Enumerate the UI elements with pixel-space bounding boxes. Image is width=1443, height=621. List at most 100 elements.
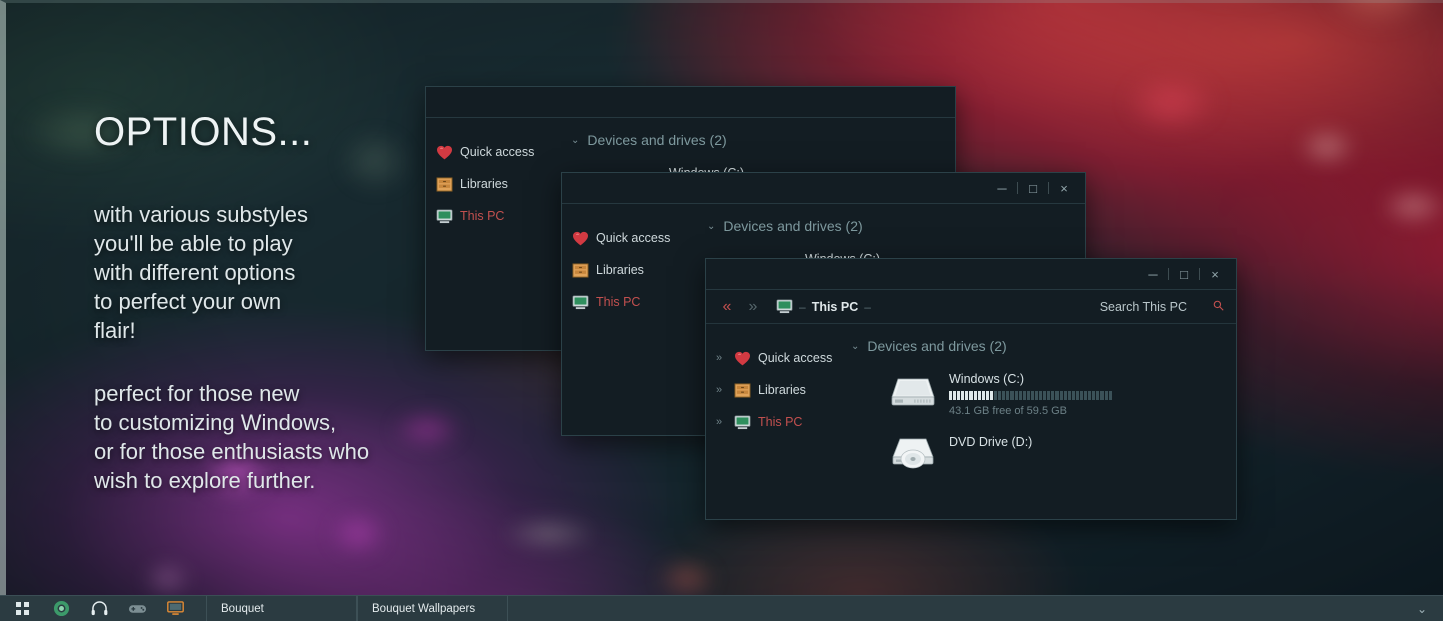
usage-segment bbox=[978, 391, 981, 400]
drive-free-space: 43.1 GB free of 59.5 GB bbox=[949, 405, 1112, 417]
usage-segment bbox=[1088, 391, 1091, 400]
sidebar-item-libraries[interactable]: » Libraries bbox=[716, 374, 851, 406]
drive-item-windows-c[interactable]: Windows (C:) 43.1 GB free of 59.5 GB bbox=[889, 370, 1236, 417]
computer-icon bbox=[776, 299, 793, 314]
window-body-front: » Quick access » Libraries » bbox=[706, 324, 1236, 520]
sidebar-item-this-pc[interactable]: This PC bbox=[572, 286, 707, 318]
usage-segment bbox=[969, 391, 972, 400]
sidebar-label: Libraries bbox=[758, 383, 806, 397]
heart-icon bbox=[572, 231, 589, 246]
usage-segment bbox=[957, 391, 960, 400]
sidebar-item-quick-access[interactable]: Quick access bbox=[436, 136, 571, 168]
sidebar-label: Quick access bbox=[460, 145, 534, 159]
usage-segment bbox=[1039, 391, 1042, 400]
gamepad-icon[interactable] bbox=[126, 600, 148, 618]
titlebar-front[interactable]: ─ □ × bbox=[706, 259, 1236, 290]
search-icon[interactable] bbox=[1213, 298, 1224, 316]
chevron-right-icon[interactable]: » bbox=[716, 384, 727, 396]
sidebar-label: This PC bbox=[758, 415, 802, 429]
titlebar-back[interactable] bbox=[426, 87, 955, 118]
usage-segment bbox=[1084, 391, 1087, 400]
sidebar-front: » Quick access » Libraries » bbox=[706, 324, 851, 520]
usage-segment bbox=[1031, 391, 1034, 400]
window-controls-middle: ─ □ × bbox=[987, 176, 1085, 200]
chrome-icon[interactable] bbox=[50, 600, 72, 618]
group-title: Devices and drives (2) bbox=[587, 132, 726, 148]
forward-button[interactable]: » bbox=[740, 299, 766, 315]
usage-segment bbox=[1105, 391, 1108, 400]
chevron-down-icon[interactable]: ⌄ bbox=[571, 135, 579, 146]
drive-item-dvd-d[interactable]: DVD Drive (D:) bbox=[889, 433, 1236, 471]
taskbar-task-bouquet[interactable]: Bouquet bbox=[206, 596, 357, 621]
start-grid-icon[interactable] bbox=[12, 600, 34, 618]
drive-name: Windows (C:) bbox=[949, 372, 1112, 386]
breadcrumb[interactable]: – This PC – bbox=[776, 299, 871, 314]
close-button[interactable]: × bbox=[1200, 262, 1230, 286]
usage-segment bbox=[986, 391, 989, 400]
sidebar-label: This PC bbox=[460, 209, 504, 223]
group-header-devices[interactable]: ⌄ Devices and drives (2) bbox=[571, 132, 955, 148]
monitor-icon[interactable] bbox=[164, 600, 186, 618]
back-button[interactable]: « bbox=[714, 299, 740, 315]
sidebar-middle: Quick access Libraries This PC bbox=[562, 204, 707, 436]
maximize-button[interactable]: □ bbox=[1169, 262, 1199, 286]
hard-drive-icon bbox=[889, 370, 937, 408]
usage-segment bbox=[1072, 391, 1075, 400]
libraries-icon bbox=[572, 263, 589, 278]
usage-segment bbox=[1064, 391, 1067, 400]
titlebar-middle[interactable]: ─ □ × bbox=[562, 173, 1085, 204]
sidebar-item-libraries[interactable]: Libraries bbox=[572, 254, 707, 286]
usage-segment bbox=[1015, 391, 1018, 400]
usage-segment bbox=[1092, 391, 1095, 400]
breadcrumb-separator[interactable]: – bbox=[864, 300, 871, 314]
breadcrumb-separator: – bbox=[799, 300, 806, 314]
content-front: ⌄ Devices and drives (2) bbox=[851, 324, 1236, 520]
drive-name: DVD Drive (D:) bbox=[949, 435, 1032, 449]
sidebar-item-quick-access[interactable]: Quick access bbox=[572, 222, 707, 254]
search-input[interactable]: Search This PC bbox=[1100, 298, 1228, 316]
chevron-right-icon[interactable]: » bbox=[716, 352, 727, 364]
chevron-down-icon[interactable]: ⌄ bbox=[851, 341, 859, 352]
tray-chevron-icon[interactable]: ⌄ bbox=[1417, 602, 1427, 616]
group-header-devices[interactable]: ⌄ Devices and drives (2) bbox=[707, 218, 1085, 234]
breadcrumb-location[interactable]: This PC bbox=[812, 300, 859, 314]
usage-segment bbox=[998, 391, 1001, 400]
sidebar-item-this-pc[interactable]: » This PC bbox=[716, 406, 851, 438]
usage-segment bbox=[949, 391, 952, 400]
chevron-right-icon[interactable]: » bbox=[716, 416, 727, 428]
taskbar-task-list: Bouquet Bouquet Wallpapers bbox=[206, 596, 508, 621]
minimize-button[interactable]: ─ bbox=[1138, 262, 1168, 286]
drive-meta: Windows (C:) 43.1 GB free of 59.5 GB bbox=[949, 370, 1112, 417]
navigation-bar: « » – This PC – Search This PC bbox=[706, 290, 1236, 324]
sidebar-label: Quick access bbox=[758, 351, 832, 365]
usage-segment bbox=[961, 391, 964, 400]
usage-segment bbox=[1035, 391, 1038, 400]
heart-icon bbox=[436, 145, 453, 160]
sidebar-label: Libraries bbox=[460, 177, 508, 191]
sidebar-item-this-pc[interactable]: This PC bbox=[436, 200, 571, 232]
explorer-window-front[interactable]: ─ □ × « » – This PC – Search This PC bbox=[705, 258, 1237, 520]
usage-segment bbox=[1109, 391, 1112, 400]
computer-icon bbox=[572, 295, 589, 310]
group-title: Devices and drives (2) bbox=[867, 338, 1006, 354]
close-button[interactable]: × bbox=[1049, 176, 1079, 200]
usage-segment bbox=[1002, 391, 1005, 400]
sidebar-back: Quick access Libraries This PC bbox=[426, 118, 571, 351]
sidebar-label: Quick access bbox=[596, 231, 670, 245]
maximize-button[interactable]: □ bbox=[1018, 176, 1048, 200]
usage-segment bbox=[982, 391, 985, 400]
taskbar-task-bouquet-wallpapers[interactable]: Bouquet Wallpapers bbox=[357, 596, 508, 621]
sidebar-item-libraries[interactable]: Libraries bbox=[436, 168, 571, 200]
usage-segment bbox=[1100, 391, 1103, 400]
minimize-button[interactable]: ─ bbox=[987, 176, 1017, 200]
sidebar-item-quick-access[interactable]: » Quick access bbox=[716, 342, 851, 374]
chevron-down-icon[interactable]: ⌄ bbox=[707, 221, 715, 232]
group-title: Devices and drives (2) bbox=[723, 218, 862, 234]
drive-usage-bar bbox=[949, 391, 1112, 400]
group-header-devices[interactable]: ⌄ Devices and drives (2) bbox=[851, 338, 1236, 354]
system-tray: ⌄ bbox=[1417, 602, 1443, 616]
headphones-icon[interactable] bbox=[88, 600, 110, 618]
usage-segment bbox=[1006, 391, 1009, 400]
usage-segment bbox=[1051, 391, 1054, 400]
taskbar: Bouquet Bouquet Wallpapers ⌄ bbox=[0, 595, 1443, 621]
